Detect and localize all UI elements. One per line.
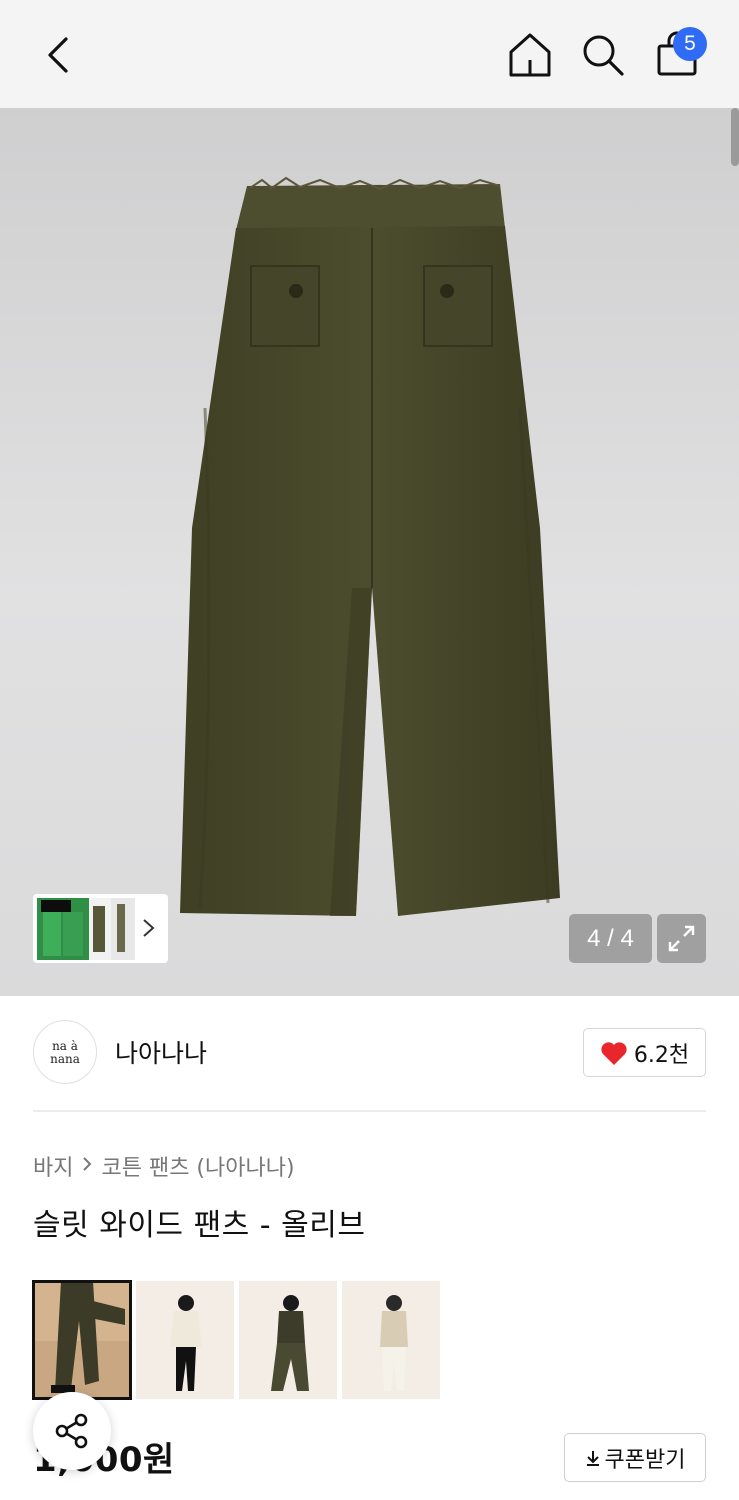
image-counter: 4 / 4 <box>569 914 652 963</box>
divider <box>33 1110 706 1112</box>
back-icon[interactable] <box>36 30 80 80</box>
chevron-right-icon <box>81 1154 93 1178</box>
top-bar <box>0 0 739 108</box>
breadcrumb-category[interactable]: 바지 <box>33 1150 73 1182</box>
gallery-thumbnail[interactable] <box>32 1280 132 1400</box>
brand-logo[interactable]: na à nana <box>33 1020 97 1084</box>
product-image <box>180 176 560 916</box>
thumbnail-preview <box>37 898 155 960</box>
gallery-thumbnail[interactable] <box>342 1281 440 1399</box>
brand-row: na à nana 나아나나 6.2천 <box>33 1020 706 1090</box>
breadcrumb: 바지 코튼 팬츠 (나아나나) <box>33 1150 295 1182</box>
download-icon <box>586 1450 599 1466</box>
image-thumbnail-strip[interactable] <box>33 894 168 963</box>
expand-icon[interactable] <box>657 914 706 963</box>
coupon-label: 쿠폰받기 <box>604 1447 686 1473</box>
coupon-download-button[interactable]: 쿠폰받기 <box>564 1433 706 1482</box>
home-icon[interactable] <box>505 30 555 80</box>
page-scrollbar[interactable] <box>731 108 739 166</box>
product-title: 슬릿 와이드 팬츠 - 올리브 <box>33 1208 366 1243</box>
gallery-thumbnail[interactable] <box>136 1281 234 1399</box>
like-count: 6.2천 <box>633 1042 690 1068</box>
cart-count-badge: 5 <box>673 27 707 61</box>
share-icon <box>55 1413 88 1449</box>
product-image-carousel[interactable] <box>0 108 739 996</box>
share-button[interactable] <box>33 1392 111 1470</box>
search-icon[interactable] <box>578 30 628 80</box>
heart-icon <box>601 1041 627 1065</box>
breadcrumb-subcategory[interactable]: 코튼 팬츠 (나아나나) <box>101 1150 294 1182</box>
like-button[interactable]: 6.2천 <box>583 1028 706 1077</box>
gallery-thumbnail[interactable] <box>239 1281 337 1399</box>
brand-name[interactable]: 나아나나 <box>115 1034 207 1070</box>
